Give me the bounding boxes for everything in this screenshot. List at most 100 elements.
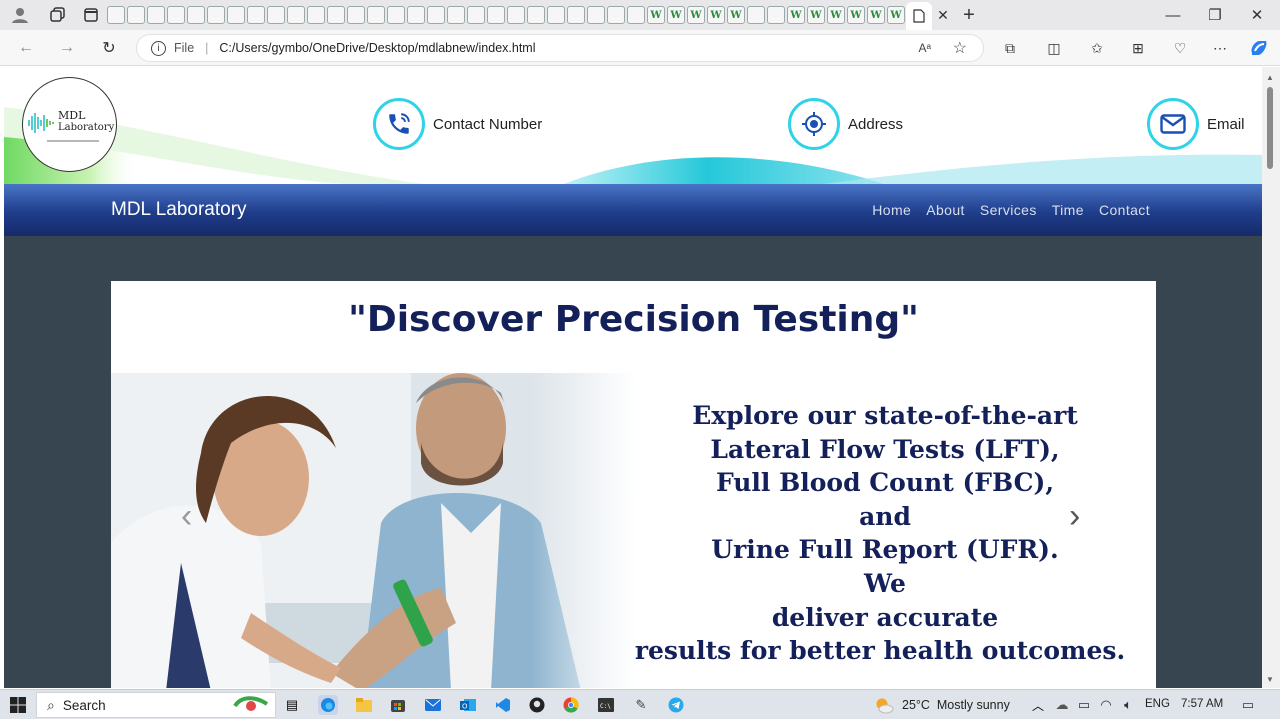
workspaces-icon[interactable] — [40, 7, 76, 23]
nav-services[interactable]: Services — [980, 202, 1037, 218]
clock-time[interactable]: 7:57 AM — [1181, 698, 1223, 710]
back-button[interactable]: ← — [12, 36, 40, 60]
forward-button[interactable]: → — [53, 36, 81, 60]
favorite-star-icon[interactable]: ☆ — [953, 38, 967, 58]
contact-number-block[interactable]: Contact Number — [373, 98, 542, 150]
tab-favicon-icon[interactable] — [267, 6, 285, 24]
tab-actions-icon[interactable] — [76, 8, 106, 22]
start-button-icon[interactable] — [8, 695, 28, 715]
pen-icon[interactable]: ✎ — [631, 695, 651, 715]
site-logo[interactable]: MDL Laboratory — [22, 77, 117, 172]
wiki-tab-icon[interactable]: W — [647, 6, 665, 24]
chrome-icon[interactable] — [561, 695, 581, 715]
outlook-icon[interactable]: O — [458, 695, 478, 715]
tab-favicon-icon[interactable] — [327, 6, 345, 24]
url-field[interactable]: i File | C:/Users/gymbo/OneDrive/Desktop… — [136, 34, 984, 62]
tab-favicon-icon[interactable] — [587, 6, 605, 24]
weather-icon[interactable] — [874, 695, 894, 715]
read-aloud-icon[interactable]: Aᵃ — [919, 41, 931, 55]
tab-favicon-icon[interactable] — [207, 6, 225, 24]
active-tab[interactable] — [906, 2, 932, 30]
copilot-icon[interactable] — [1249, 39, 1269, 57]
wiki-tab-icon[interactable]: W — [867, 6, 885, 24]
tab-favicon-icon[interactable] — [487, 6, 505, 24]
weather-text[interactable]: 25°C Mostly sunny — [902, 698, 1010, 712]
tab-favicon-icon[interactable] — [747, 6, 765, 24]
tab-favicon-icon[interactable] — [107, 6, 125, 24]
browser-essentials-icon[interactable]: ♡ — [1170, 39, 1190, 57]
show-hidden-icons-icon[interactable]: ︿ — [1028, 695, 1048, 715]
refresh-button[interactable]: ↻ — [95, 36, 123, 60]
tab-favicon-icon[interactable] — [607, 6, 625, 24]
battery-icon[interactable]: ▭ — [1074, 695, 1094, 715]
tab-favicon-icon[interactable] — [627, 6, 645, 24]
new-tab-button[interactable]: + — [954, 4, 984, 27]
github-icon[interactable] — [527, 695, 547, 715]
carousel-prev-icon[interactable]: ‹ — [181, 497, 192, 536]
tab-favicon-icon[interactable] — [187, 6, 205, 24]
wiki-tab-icon[interactable]: W — [887, 6, 905, 24]
tab-favicon-icon[interactable] — [387, 6, 405, 24]
tab-favicon-icon[interactable] — [307, 6, 325, 24]
brand-link[interactable]: MDL Laboratory — [111, 199, 247, 221]
extensions-icon[interactable]: ⧉ — [1000, 39, 1020, 57]
wiki-tab-icon[interactable]: W — [687, 6, 705, 24]
store-icon[interactable] — [388, 695, 408, 715]
tab-favicon-icon[interactable] — [547, 6, 565, 24]
tab-favicon-icon[interactable] — [407, 6, 425, 24]
address-block[interactable]: Address — [788, 98, 903, 150]
notifications-icon[interactable]: ▭ — [1238, 695, 1258, 715]
minimize-button[interactable]: — — [1150, 0, 1196, 30]
collections-icon[interactable]: ⊞ — [1128, 39, 1148, 57]
nav-contact[interactable]: Contact — [1099, 202, 1150, 218]
tab-favicon-icon[interactable] — [447, 6, 465, 24]
nav-home[interactable]: Home — [872, 202, 911, 218]
favorites-icon[interactable]: ✩ — [1087, 39, 1107, 57]
info-icon[interactable]: i — [151, 40, 166, 56]
close-tab-icon[interactable]: ✕ — [932, 7, 954, 24]
tab-favicon-icon[interactable] — [507, 6, 525, 24]
edge-taskbar-icon[interactable] — [318, 695, 338, 715]
wiki-tab-icon[interactable]: W — [847, 6, 865, 24]
taskbar-search-box[interactable]: ⌕ Search — [36, 692, 276, 718]
close-window-button[interactable]: ✕ — [1234, 0, 1280, 30]
tab-favicon-icon[interactable] — [347, 6, 365, 24]
tab-favicon-icon[interactable] — [287, 6, 305, 24]
vscode-icon[interactable] — [493, 695, 513, 715]
split-screen-icon[interactable]: ◫ — [1044, 39, 1064, 57]
tab-favicon-icon[interactable] — [467, 6, 485, 24]
wiki-tab-icon[interactable]: W — [807, 6, 825, 24]
more-menu-icon[interactable]: ⋯ — [1210, 39, 1230, 57]
wiki-tab-icon[interactable]: W — [707, 6, 725, 24]
nav-time[interactable]: Time — [1052, 202, 1084, 218]
wiki-tab-icon[interactable]: W — [827, 6, 845, 24]
language-indicator[interactable]: ENG — [1145, 698, 1170, 710]
tab-favicon-icon[interactable] — [247, 6, 265, 24]
email-block[interactable]: Email — [1147, 98, 1245, 150]
wiki-tab-icon[interactable]: W — [787, 6, 805, 24]
profile-icon[interactable] — [0, 6, 40, 24]
tab-favicon-icon[interactable] — [767, 6, 785, 24]
tab-favicon-icon[interactable] — [147, 6, 165, 24]
scroll-up-icon[interactable]: ▲ — [1266, 73, 1274, 82]
mail-taskbar-icon[interactable] — [423, 695, 443, 715]
telegram-icon[interactable] — [666, 695, 686, 715]
wifi-icon[interactable]: ◠ — [1096, 695, 1116, 715]
tab-favicon-icon[interactable] — [227, 6, 245, 24]
file-explorer-icon[interactable] — [354, 695, 374, 715]
restore-button[interactable]: ❐ — [1192, 0, 1238, 30]
tab-favicon-icon[interactable] — [567, 6, 585, 24]
wiki-tab-icon[interactable]: W — [667, 6, 685, 24]
tab-favicon-icon[interactable] — [367, 6, 385, 24]
nav-about[interactable]: About — [926, 202, 965, 218]
volume-icon[interactable]: 🔈︎ — [1118, 695, 1138, 715]
task-view-icon[interactable]: ▤ — [282, 695, 302, 715]
tab-favicon-icon[interactable] — [527, 6, 545, 24]
terminal-icon[interactable]: C:\ — [596, 695, 616, 715]
carousel-next-icon[interactable]: › — [1069, 497, 1080, 536]
page-scrollbar[interactable]: ▲ ▼ — [1262, 67, 1280, 688]
tab-favicon-icon[interactable] — [167, 6, 185, 24]
scroll-down-icon[interactable]: ▼ — [1266, 675, 1274, 684]
onedrive-icon[interactable]: ☁ — [1052, 695, 1072, 715]
tab-favicon-icon[interactable] — [427, 6, 445, 24]
